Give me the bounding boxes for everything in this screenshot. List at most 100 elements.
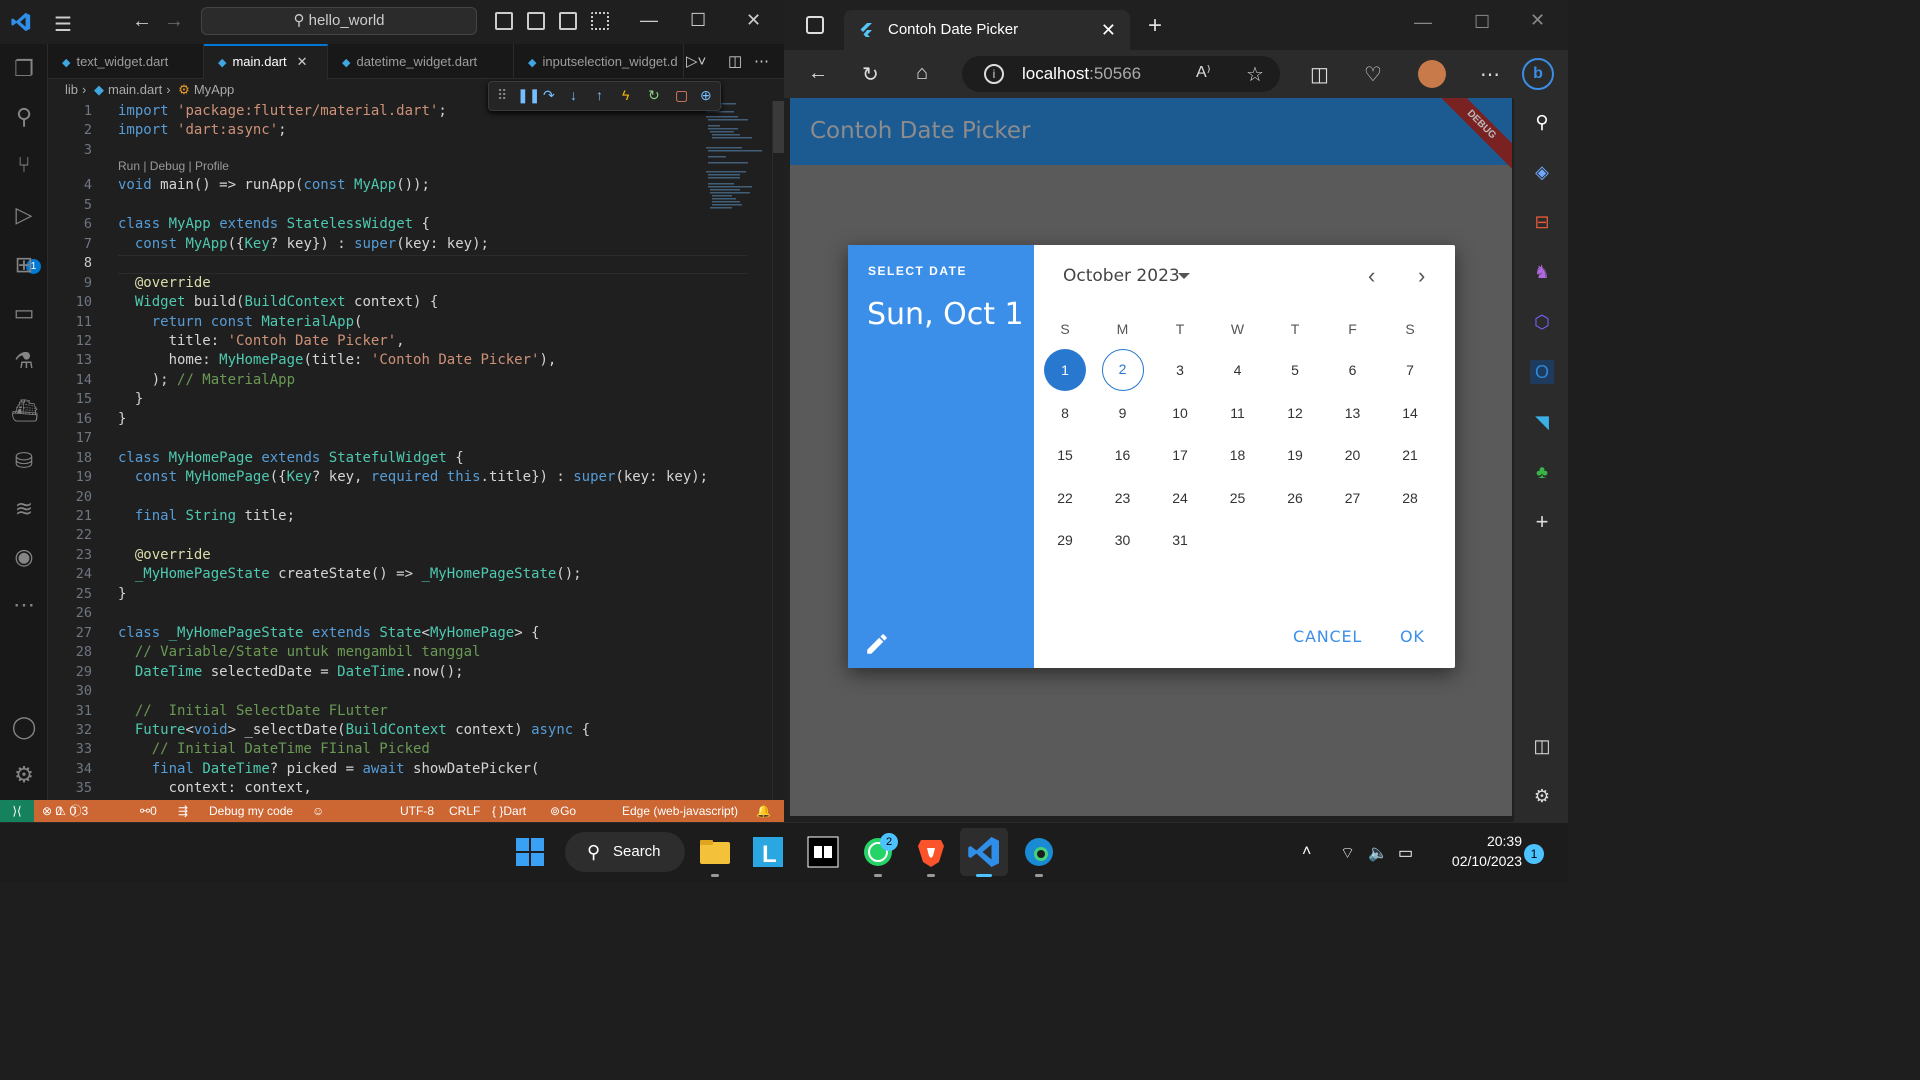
calendar-day[interactable]: 5 [1274,349,1316,391]
calendar-day[interactable]: 20 [1332,434,1374,476]
go-live-button[interactable]: ⊚ Go Live [550,800,582,840]
tab-datetime-widget[interactable]: ◆ datetime_widget.dart [328,44,514,79]
windows-start-icon[interactable] [512,834,548,870]
calendar-day[interactable]: 22 [1044,477,1086,519]
calendar-day[interactable]: 8 [1044,392,1086,434]
tab-inputselection-widget[interactable]: ◆ inputselection_widget.d [514,44,684,79]
show-hidden-icons-icon[interactable]: ˄ [1302,843,1311,861]
calendar-day[interactable]: 18 [1217,434,1259,476]
copilot-icon[interactable]: b [1522,58,1554,90]
docker-icon[interactable]: ⛴ [11,398,39,424]
ports-indicator[interactable]: ⚯ 0 [140,800,157,822]
minimap[interactable] [704,101,774,221]
calendar-day[interactable]: 10 [1159,392,1201,434]
edge-taskbar-icon[interactable] [1021,834,1057,870]
file-explorer-icon[interactable] [697,834,733,870]
line-ending[interactable]: CRLF [449,800,480,822]
encoding[interactable]: UTF-8 [400,800,434,822]
notification-badge[interactable]: 1 [1524,844,1544,864]
favorite-star-icon[interactable]: ☆ [1246,62,1264,87]
pause-icon[interactable]: ❚❚ [517,87,540,104]
back-arrow-icon[interactable]: ← [132,10,152,33]
command-center-search[interactable]: ⚲ hello_world [201,7,477,35]
refresh-icon[interactable]: ↻ [862,62,879,87]
forward-arrow-icon[interactable]: → [164,10,184,33]
split-editor-icon[interactable]: ◫ [728,52,742,70]
run-debug-dropdown-icon[interactable]: ▷˅ [686,52,706,70]
layers-icon[interactable]: ≋ [11,496,37,522]
calendar-day[interactable]: 3 [1159,349,1201,391]
step-out-icon[interactable]: ↑ [596,87,603,103]
remote-indicator-icon[interactable]: ⟩⟨ [0,800,34,822]
microsoft-365-icon[interactable]: ⬡ [1530,310,1554,334]
l-app-icon[interactable]: L [750,834,786,870]
selected-day[interactable]: 1 [1044,349,1086,391]
wifi-icon[interactable]: ⌔ [1340,843,1355,863]
calendar-day[interactable]: 21 [1389,434,1431,476]
settings-more-icon[interactable]: ⋯ [1480,62,1500,87]
calendar-day[interactable]: 13 [1332,392,1374,434]
calendar-day[interactable]: 25 [1217,477,1259,519]
calendar-day[interactable]: 19 [1274,434,1316,476]
menu-icon[interactable]: ☰ [54,12,72,37]
debug-config[interactable]: Debug my code [209,800,293,822]
more-icon[interactable]: ⋯ [11,592,37,618]
calendar-day[interactable]: 11 [1217,392,1259,434]
shopping-icon[interactable]: ◈ [1530,160,1554,184]
close-tab-icon[interactable]: ✕ [1101,10,1116,50]
today-day[interactable]: 2 [1101,349,1144,391]
tree-icon[interactable]: ♣ [1530,460,1554,484]
customize-layout-icon[interactable] [591,12,609,30]
minimize-icon[interactable]: — [1414,12,1432,33]
close-window-icon[interactable]: ✕ [1530,10,1545,31]
outlook-icon[interactable]: O [1530,360,1554,384]
add-sidebar-app-icon[interactable]: + [1530,510,1554,534]
settings-gear-icon[interactable]: ⚙ [11,762,37,788]
back-icon[interactable]: ← [808,62,828,85]
calendar-day[interactable]: 23 [1102,477,1144,519]
calendar-day[interactable]: 26 [1274,477,1316,519]
month-year-selector[interactable]: October 2023 [1063,266,1180,286]
code-editor[interactable]: 1 2 3 4 5 6 7 8 9 10 11 12 13 14 15 16 17 18 19 20 21 22 23 24 2… [48,101,784,800]
breadcrumb-symbol[interactable]: MyApp [194,82,234,97]
debug-launch-icon[interactable]: ⇶ [178,800,188,822]
remote-explorer-icon[interactable]: ▭ [11,300,37,326]
profile-avatar[interactable] [1418,60,1446,88]
calendar-day[interactable]: 15 [1044,434,1086,476]
minimize-icon[interactable]: — [640,10,658,31]
calendar-day[interactable]: 30 [1102,519,1144,561]
step-into-icon[interactable]: ↓ [570,87,577,103]
search-icon[interactable]: ⚲ [1530,110,1554,134]
address-bar[interactable]: i localhost:50566 [962,56,1280,92]
codelens[interactable]: Run | Debug | Profile [118,159,229,173]
source-control-icon[interactable]: ⑂ [11,152,37,178]
split-screen-icon[interactable]: ◫ [1310,62,1329,87]
calendar-day[interactable]: 14 [1389,392,1431,434]
browser-essentials-icon[interactable]: ♡ [1364,62,1382,87]
calendar-day[interactable]: 16 [1102,434,1144,476]
site-info-icon[interactable]: i [984,64,1004,84]
maximize-icon[interactable]: ☐ [1474,12,1490,33]
edge-tab-active[interactable]: Contoh Date Picker ✕ [844,10,1130,50]
extensions-icon[interactable]: ⊞ [11,252,37,278]
dropdown-arrow-icon[interactable] [1178,273,1190,279]
next-month-icon[interactable]: › [1418,263,1425,289]
drop-icon[interactable]: ◥ [1530,410,1554,434]
edit-pencil-icon[interactable] [864,631,890,657]
step-over-icon[interactable]: ↷ [543,87,555,104]
calendar-day[interactable]: 7 [1389,349,1431,391]
toggle-secondary-sidebar-icon[interactable] [559,12,577,30]
device-selector[interactable]: Edge (web-javascript) [622,800,738,822]
home-icon[interactable]: ⌂ [916,62,928,85]
vscode-taskbar-icon[interactable] [966,834,1002,870]
search-icon[interactable]: ⚲ [11,104,37,130]
ok-button[interactable]: OK [1400,627,1425,646]
explorer-icon[interactable]: ❐ [11,56,37,82]
calendar-day[interactable]: 12 [1274,392,1316,434]
previous-month-icon[interactable]: ‹ [1368,263,1375,289]
breadcrumb-folder[interactable]: lib [65,82,78,97]
calendar-day[interactable]: 4 [1217,349,1259,391]
scrollbar-thumb[interactable] [773,101,784,153]
calendar-day[interactable]: 17 [1159,434,1201,476]
taskbar-search[interactable]: ⚲ Search [565,832,685,872]
